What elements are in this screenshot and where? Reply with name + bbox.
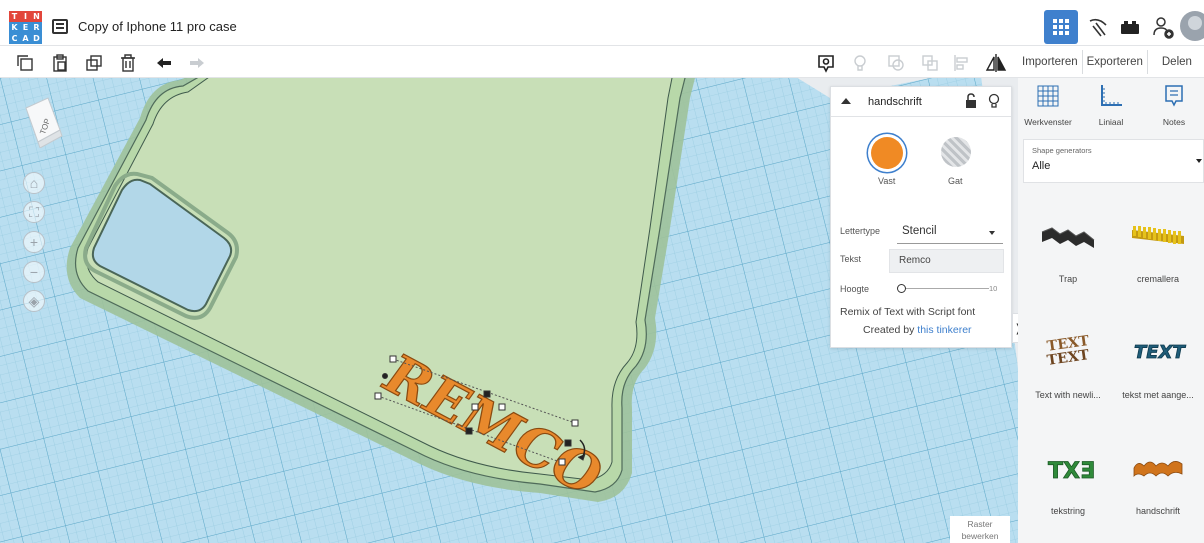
design-list-icon[interactable] [52, 19, 68, 34]
home-view-icon[interactable]: ⌂ [23, 172, 45, 194]
text-input[interactable]: Remco [889, 249, 1004, 273]
stairs-shape-icon [1041, 227, 1095, 248]
edit-grid-button[interactable]: Raster bewerken [950, 516, 1010, 543]
inspector-header: handschrift [831, 87, 1011, 117]
workplane-tool[interactable]: Werkvenster [1018, 84, 1078, 127]
font-select[interactable]: Stencil [897, 220, 1003, 244]
tinkerer-link[interactable]: this tinkerer [917, 324, 971, 336]
notes-bubble-icon[interactable] [815, 52, 837, 74]
user-avatar[interactable] [1180, 11, 1204, 41]
shape-tile-trap[interactable]: Trap [1024, 194, 1112, 294]
handwriting-shape-icon [1133, 461, 1183, 477]
ruler-icon [1101, 85, 1122, 106]
notes-tool[interactable]: Notes [1144, 84, 1204, 127]
shape-tile-text-custom[interactable]: TEXT tekst met aange... [1114, 310, 1202, 410]
logo-letter: T [9, 11, 20, 22]
logo-letter: D [31, 33, 42, 44]
zoom-out-icon[interactable]: − [23, 261, 45, 283]
panel-tools: Werkvenster Liniaal Notes [1018, 78, 1204, 134]
export-button[interactable]: Exporteren [1083, 50, 1148, 74]
edit-toolbar [0, 47, 1018, 78]
shape-tile-handschrift[interactable]: handschrift [1114, 426, 1202, 526]
shape-label: tekstring [1050, 506, 1085, 516]
duplicate-icon[interactable] [83, 52, 105, 74]
shape-label: Trap [1058, 274, 1078, 284]
shape-tile-tekstring[interactable]: TXƎ tekstring [1024, 426, 1112, 526]
shape-credit: Created by this tinkerer [863, 324, 972, 336]
copy-icon[interactable] [14, 52, 36, 74]
logo-letter: K [9, 22, 20, 33]
text-newline-shape-icon: TEXT TEXT [1046, 333, 1091, 369]
lock-icon[interactable] [964, 93, 978, 109]
align-icon[interactable] [950, 52, 972, 74]
bricks-icon[interactable] [1113, 10, 1147, 44]
rack-shape-icon [1132, 226, 1184, 244]
shape-label: cremallera [1136, 274, 1179, 284]
orthographic-view-icon[interactable]: ◈ [23, 290, 45, 312]
share-button[interactable]: Delen [1158, 50, 1196, 74]
logo-letter: E [20, 22, 31, 33]
shapes-panel: Werkvenster Liniaal Notes Shape generato… [1018, 78, 1204, 543]
notes-icon [1165, 85, 1183, 107]
text-label: Tekst [840, 254, 862, 264]
shape-generators-select[interactable]: Shape generators Alle [1023, 139, 1204, 183]
import-export-bar: Importeren Exporteren Delen [1018, 47, 1204, 78]
import-button[interactable]: Importeren [1018, 50, 1083, 74]
hole-button[interactable] [941, 137, 971, 167]
shape-label: handschrift [1135, 506, 1181, 516]
3d-view-icon[interactable] [1044, 10, 1078, 44]
paste-icon[interactable] [49, 52, 71, 74]
credit-prefix: Created by [863, 324, 918, 336]
shape-generators-label: Shape generators [1032, 146, 1092, 155]
ungroup-icon[interactable] [919, 52, 941, 74]
collapse-icon[interactable] [841, 98, 851, 104]
workplane-label: Werkvenster [1024, 117, 1072, 127]
height-slider-track[interactable] [903, 288, 989, 289]
text-ring-shape-icon: TXƎ [1048, 459, 1096, 485]
design-title[interactable]: Copy of Iphone 11 pro case [78, 19, 237, 34]
tinkercad-logo[interactable]: TINKERCAD [9, 11, 42, 44]
shape-label: Text with newli... [1035, 390, 1101, 400]
logo-letter: C [9, 33, 20, 44]
light-bulb-icon[interactable] [849, 52, 871, 74]
ruler-label: Liniaal [1098, 117, 1124, 127]
add-user-icon[interactable] [1146, 10, 1180, 44]
svg-text:TEXT: TEXT [1134, 342, 1186, 363]
logo-letter: R [31, 22, 42, 33]
text-custom-shape-icon: TEXT [1134, 342, 1187, 364]
group-icon[interactable] [885, 52, 907, 74]
shape-label: tekst met aange... [1122, 390, 1194, 400]
mirror-icon[interactable] [985, 52, 1007, 74]
trash-icon[interactable] [117, 52, 139, 74]
light-bulb-icon[interactable] [987, 93, 1001, 109]
svg-text:TXƎ: TXƎ [1048, 459, 1095, 484]
shape-inspector: handschrift Vast Gat Lettertype Stencil … [830, 86, 1012, 348]
solid-label: Vast [878, 176, 896, 186]
notes-label: Notes [1162, 117, 1186, 127]
height-slider-max: 10 [989, 284, 998, 293]
workplane-icon [1037, 85, 1059, 107]
dropdown-caret-icon [1196, 159, 1202, 163]
height-label: Hoogte [840, 284, 870, 294]
height-slider-handle[interactable] [897, 284, 906, 293]
redo-icon[interactable] [186, 52, 208, 74]
shape-description: Remix of Text with Script font [840, 306, 976, 318]
solid-color-button[interactable] [871, 137, 903, 169]
shape-tile-cremallera[interactable]: cremallera [1114, 194, 1202, 294]
fit-view-icon[interactable]: ⛶ [23, 201, 45, 223]
hole-label: Gat [948, 176, 963, 186]
shape-name[interactable]: handschrift [868, 96, 922, 108]
font-label: Lettertype [840, 226, 881, 236]
undo-icon[interactable] [153, 52, 175, 74]
edit-grid-label: Raster bewerken [961, 519, 999, 541]
logo-letter: N [31, 11, 42, 22]
shape-generators-value: Alle [1032, 160, 1051, 172]
shape-tile-text-with-newline[interactable]: TEXT TEXT Text with newli... [1024, 310, 1112, 410]
header-bar: TINKERCAD Copy of Iphone 11 pro case [0, 8, 1204, 46]
logo-letter: A [20, 33, 31, 44]
logo-letter: I [20, 11, 31, 22]
pickaxe-icon[interactable] [1081, 10, 1115, 44]
zoom-in-icon[interactable]: + [23, 231, 45, 253]
ruler-tool[interactable]: Liniaal [1081, 84, 1141, 127]
